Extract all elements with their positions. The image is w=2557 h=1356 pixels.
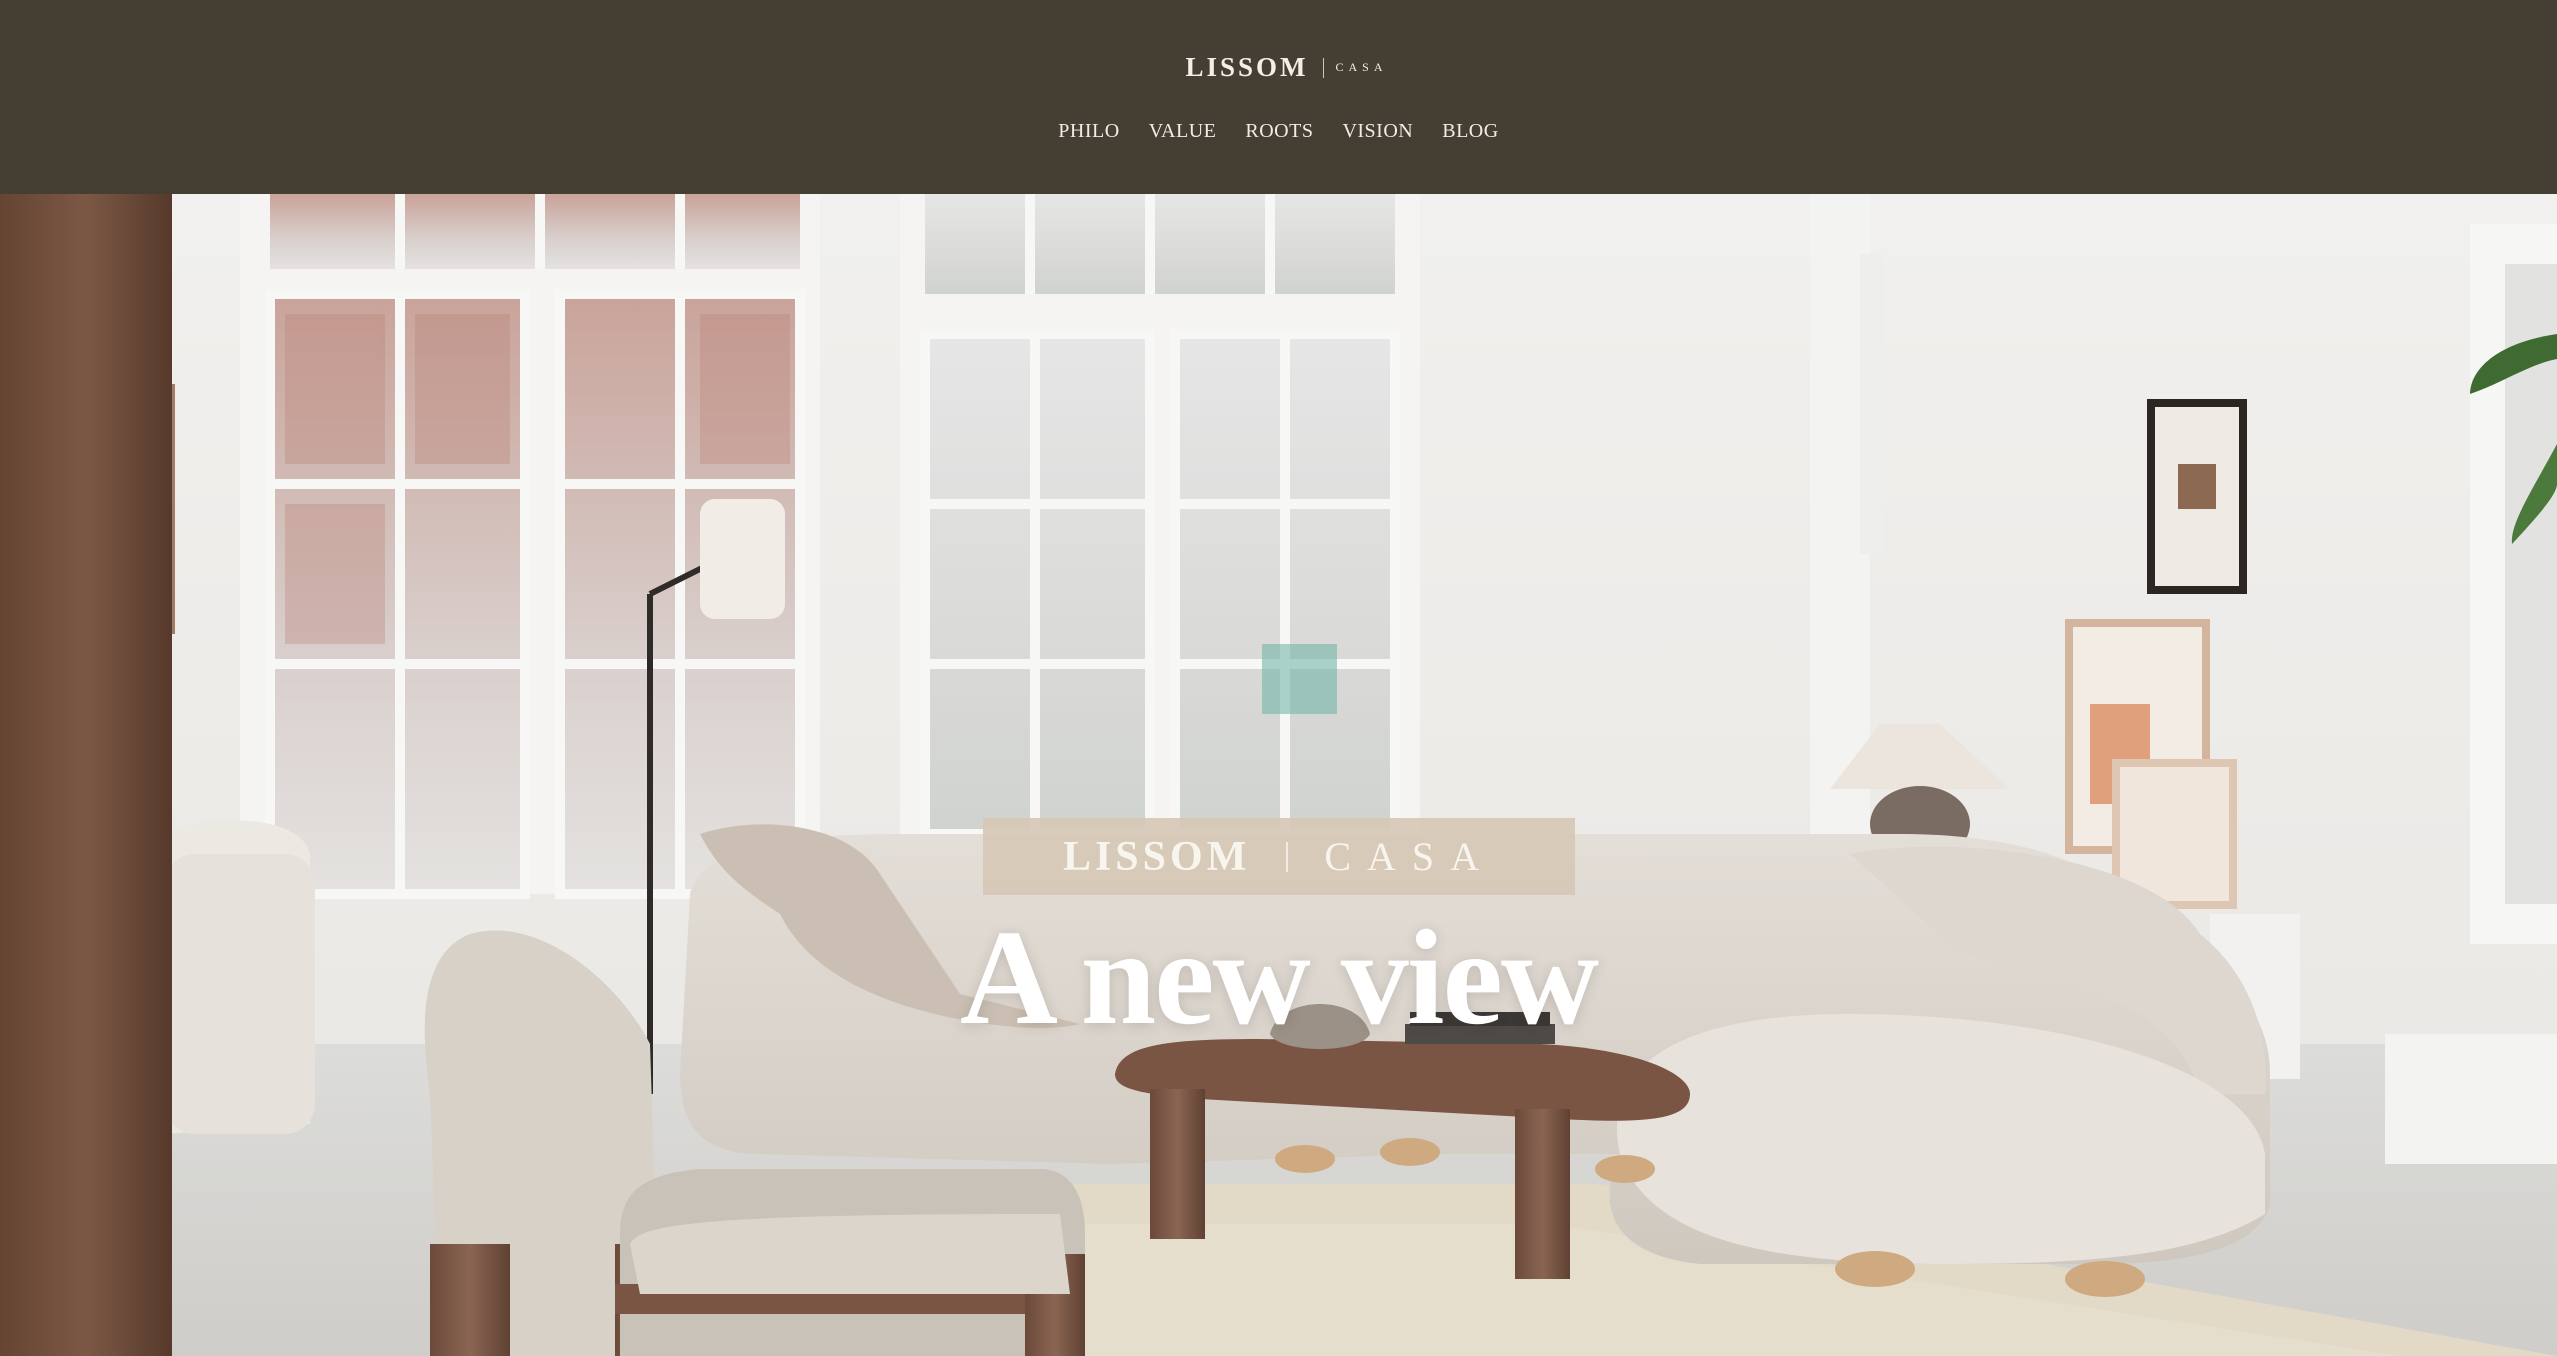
hero-overlay: LISSOM CASA A new view — [0, 194, 2557, 1356]
hero-brand-badge: LISSOM CASA — [983, 818, 1575, 895]
logo-divider — [1322, 57, 1324, 78]
nav-item-roots[interactable]: ROOTS — [1245, 120, 1313, 143]
badge-subtitle: CASA — [1324, 834, 1496, 879]
badge-wordmark: LISSOM — [1062, 833, 1251, 880]
nav-item-philo[interactable]: PHILO — [1058, 120, 1119, 143]
logo-subtitle: CASA — [1335, 60, 1388, 74]
hero-headline: A new view — [959, 903, 1599, 1053]
brand-logo[interactable]: LISSOM CASA — [0, 52, 2557, 83]
site-header: LISSOM CASA PHILO VALUE ROOTS VISION BLO… — [0, 0, 2557, 194]
logo-wordmark: LISSOM — [1185, 52, 1309, 82]
nav-item-vision[interactable]: VISION — [1342, 120, 1413, 143]
nav-item-blog[interactable]: BLOG — [1442, 120, 1498, 143]
hero-section: LISSOM CASA A new view — [0, 194, 2557, 1356]
main-nav: PHILO VALUE ROOTS VISION BLOG — [0, 120, 2557, 143]
badge-divider — [1286, 841, 1289, 872]
nav-item-value[interactable]: VALUE — [1149, 120, 1217, 143]
